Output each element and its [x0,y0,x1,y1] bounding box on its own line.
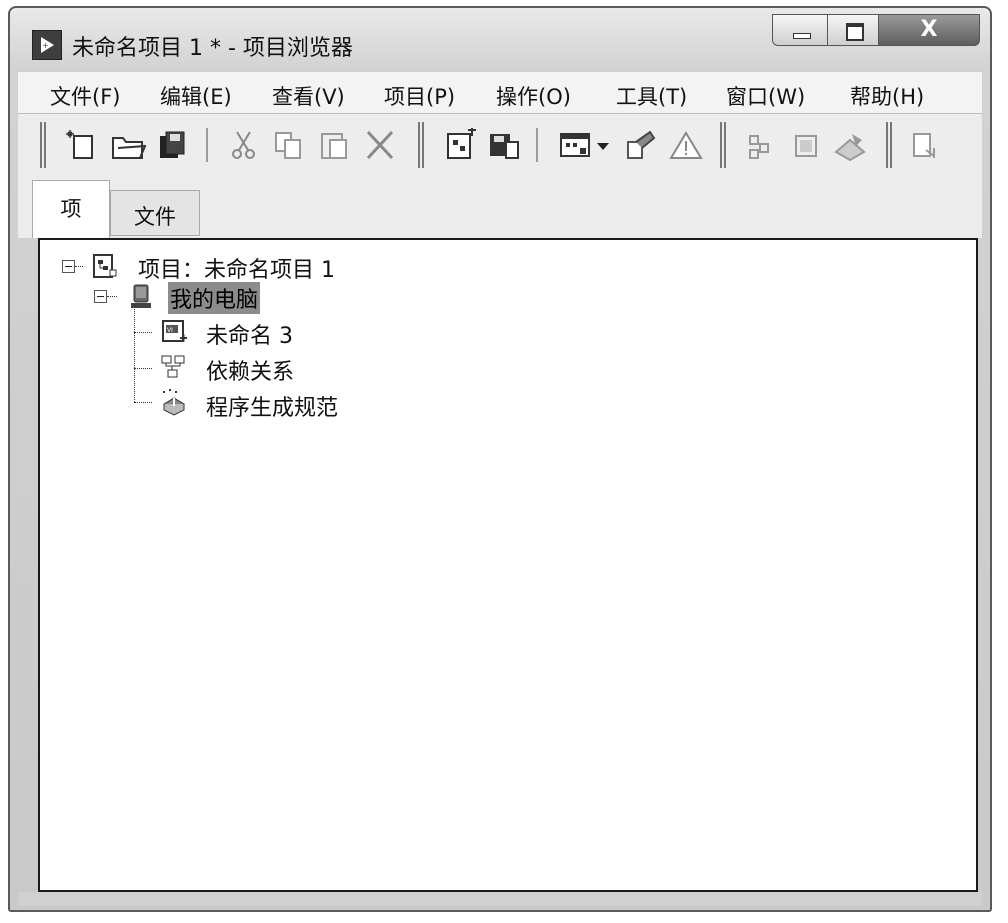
menu-view[interactable]: 查看(V) [272,81,345,111]
save-all-icon[interactable] [154,128,190,162]
dependencies-icon [160,354,188,382]
open-folder-icon[interactable] [110,128,147,162]
menu-help[interactable]: 帮助(H) [850,81,924,111]
app-run-icon: + [32,30,62,60]
delete-icon[interactable] [362,128,398,162]
tree-item-label[interactable]: 程序生成规范 [206,390,338,422]
tree-item-label[interactable]: 依赖关系 [206,354,294,386]
svg-text:+: + [42,41,49,50]
window-bottom-edge [18,892,982,906]
view-options-icon[interactable] [558,128,594,162]
window-controls: X [772,14,982,48]
tree-connector [75,266,83,267]
tree-item-label[interactable]: 未命名 3 [206,318,293,350]
tab-strip: 项 文件 [18,176,982,238]
collapse-computer-toggle[interactable] [94,290,107,303]
tree-computer-label[interactable]: 我的电脑 [168,282,261,314]
close-icon: X [920,17,938,42]
computer-icon [128,282,156,310]
toolbar-grip[interactable] [886,122,892,168]
save-project-icon[interactable] [486,128,522,162]
menu-tools[interactable]: 工具(T) [616,81,687,111]
deploy-icon[interactable] [788,128,824,162]
vi-icon: VI [160,318,188,346]
dropdown-arrow-icon[interactable] [594,128,612,162]
toolbar-separator [536,128,538,162]
tree-connector [107,296,117,297]
tree-connector [134,368,152,369]
copy-icon[interactable] [270,128,306,162]
tab-files-label: 文件 [134,205,176,229]
menu-edit[interactable]: 编辑(E) [160,81,232,111]
new-file-icon[interactable] [64,128,100,162]
cut-icon[interactable] [226,128,262,162]
toolbar-grip[interactable] [418,122,424,168]
properties-icon[interactable] [622,128,658,162]
project-tree[interactable]: 项目：未命名项目 1 我的电脑 VI 未命名 3 依赖关系 程序生成规范 [38,238,978,892]
window-title: 未命名项目 1 * - 项目浏览器 [72,36,353,61]
tree-connector [134,402,152,403]
build-icon[interactable] [744,128,780,162]
toolbar-grip[interactable] [40,122,46,168]
add-to-project-icon[interactable] [442,126,478,162]
menu-project[interactable]: 项目(P) [384,81,455,111]
paste-icon[interactable] [316,128,352,162]
project-explorer-window: + 未命名项目 1 * - 项目浏览器 X 文件(F) 编辑(E) 查看(V) … [8,6,992,912]
toolbar [18,114,982,176]
menu-window[interactable]: 窗口(W) [726,81,805,111]
run-icon[interactable] [832,128,868,162]
menu-operate[interactable]: 操作(O) [496,81,571,111]
toolbar-separator [206,128,208,162]
tab-items[interactable]: 项 [32,180,110,238]
title-bar[interactable]: + 未命名项目 1 * - 项目浏览器 X [10,8,990,72]
tree-connector [134,332,152,333]
tab-items-label: 项 [60,197,82,221]
warning-icon[interactable] [668,128,704,162]
tree-root-label[interactable]: 项目：未命名项目 1 [138,252,335,284]
project-icon [90,252,118,280]
collapse-root-toggle[interactable] [62,260,75,273]
more-icon[interactable] [908,128,944,162]
build-spec-icon [160,388,188,416]
svg-text:VI: VI [167,327,173,334]
maximize-button[interactable] [827,14,879,46]
minimize-button[interactable] [772,14,828,46]
menu-file[interactable]: 文件(F) [50,81,120,111]
toolbar-grip[interactable] [720,122,726,168]
tree-connector [134,304,135,402]
menu-bar: 文件(F) 编辑(E) 查看(V) 项目(P) 操作(O) 工具(T) 窗口(W… [18,72,982,114]
close-button[interactable]: X [878,14,980,46]
tab-files[interactable]: 文件 [110,190,200,236]
